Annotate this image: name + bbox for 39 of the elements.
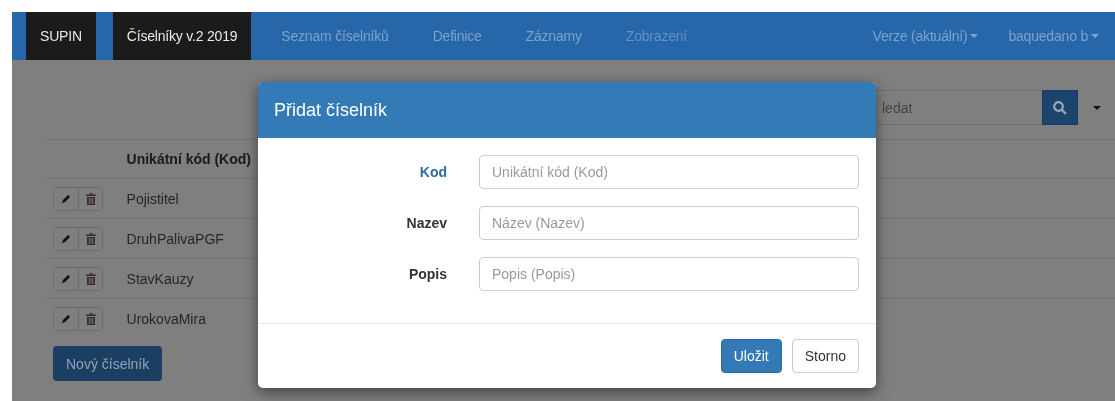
delete-button[interactable]	[78, 307, 102, 330]
nav-link[interactable]: Definice	[418, 12, 496, 60]
field-label: Kod	[418, 164, 448, 180]
pencil-icon	[61, 313, 71, 324]
nav-link[interactable]: Seznam číselníků	[267, 12, 403, 60]
pencil-icon	[61, 193, 71, 204]
trash-icon	[85, 232, 96, 245]
new-button[interactable]: Nový číselník	[53, 346, 163, 381]
input-field[interactable]: Popis (Popis)	[479, 257, 859, 291]
table-cell: UrokovaMira	[126, 310, 206, 327]
table-cell: Pojistitel	[126, 190, 179, 207]
trash-icon	[85, 312, 96, 325]
dropdown-menu-link[interactable]: Verze (aktuální)	[858, 12, 989, 60]
input-field[interactable]: Název (Nazev)	[479, 206, 859, 240]
caret-icon	[1092, 105, 1101, 110]
nav-link[interactable]: Záznamy	[511, 12, 596, 60]
caret-icon	[970, 34, 979, 38]
trash-icon	[85, 272, 96, 285]
trash-icon	[85, 192, 96, 205]
field-label: Nazev	[405, 215, 448, 231]
modal-title: Přidat číselník	[274, 99, 388, 121]
search-button[interactable]	[1042, 90, 1078, 125]
delete-button[interactable]	[78, 187, 102, 210]
pencil-icon	[61, 233, 71, 244]
dropdown-menu-link[interactable]: baquedano b	[994, 12, 1109, 60]
pencil-icon	[61, 273, 71, 284]
table-cell: StavKauzy	[126, 270, 194, 287]
brand-link[interactable]: SUPIN	[26, 12, 96, 60]
delete-button[interactable]	[78, 227, 102, 250]
cancel-button[interactable]: Storno	[791, 339, 859, 373]
caret-icon	[1091, 34, 1099, 38]
nav-link[interactable]: Číselníky v.2 2019	[112, 12, 252, 60]
table-cell: DruhPalivaPGF	[126, 230, 224, 247]
field-label: Popis	[407, 266, 448, 282]
search-icon	[1053, 100, 1067, 115]
column-header: Unikátní kód (Kod)	[126, 151, 251, 167]
save-button[interactable]: Uložit	[720, 339, 782, 373]
input-field[interactable]: Unikátní kód (Kod)	[479, 155, 859, 189]
delete-button[interactable]	[78, 267, 102, 290]
